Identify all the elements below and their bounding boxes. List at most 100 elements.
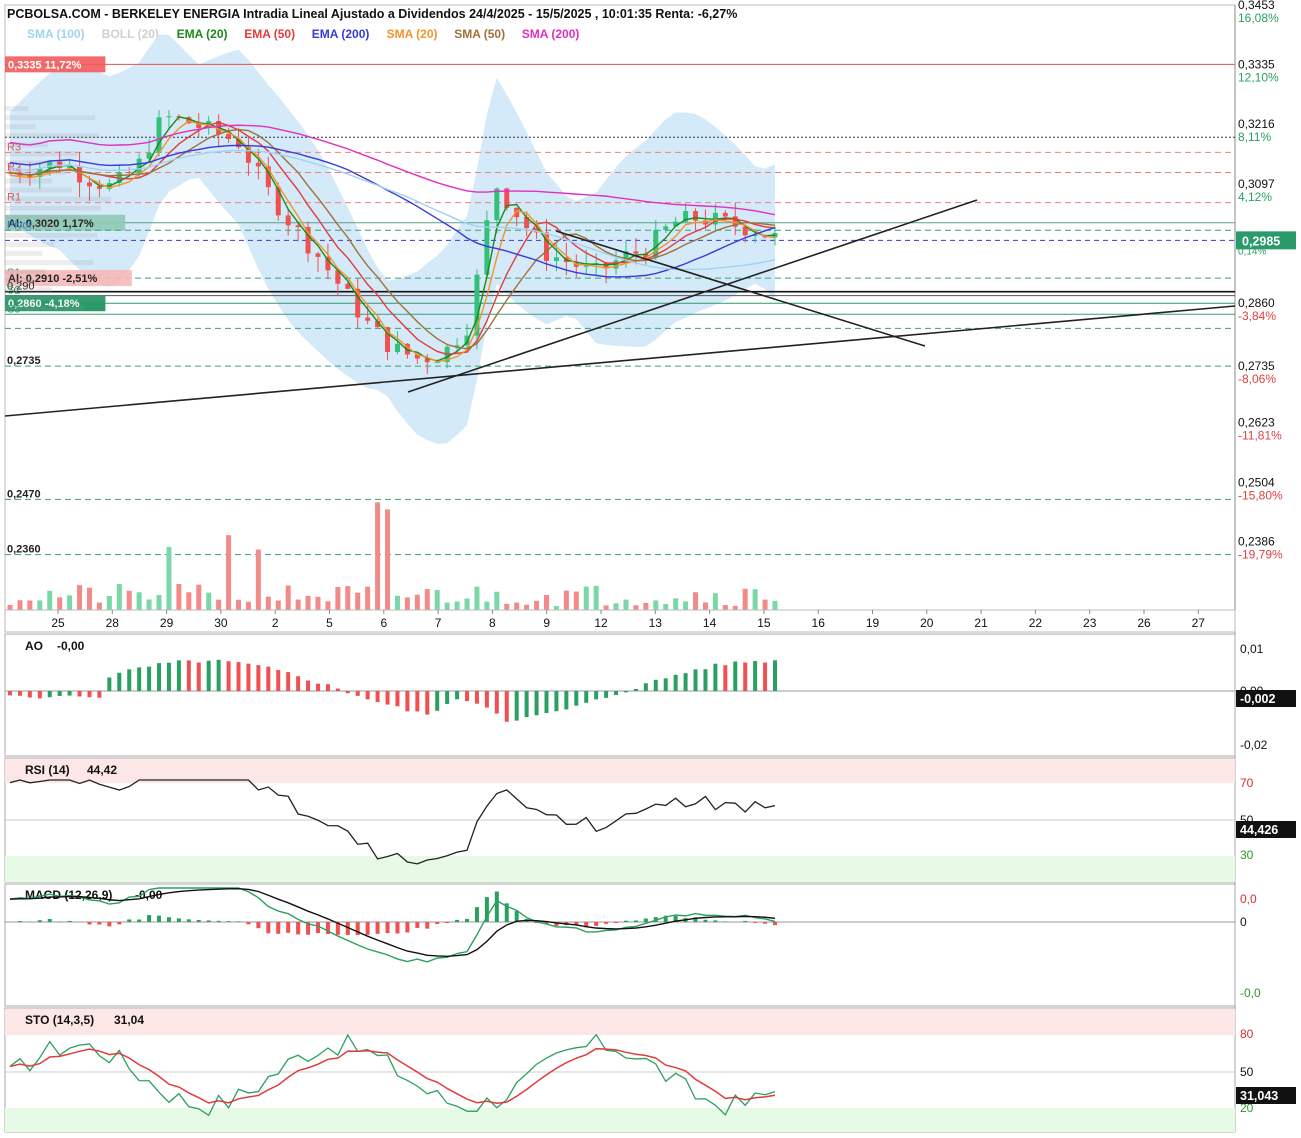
volume-bar bbox=[762, 599, 768, 610]
ao-bar bbox=[465, 691, 470, 702]
macd-histogram-bar bbox=[385, 922, 390, 934]
volume-bar bbox=[335, 586, 341, 610]
ao-bar bbox=[584, 691, 589, 703]
macd-histogram-bar bbox=[643, 918, 648, 922]
macd-tick: 0,0 bbox=[1240, 892, 1257, 906]
volume-bar bbox=[176, 584, 182, 610]
macd-histogram-bar bbox=[604, 922, 609, 924]
volume-bar bbox=[474, 586, 480, 610]
candle-body bbox=[722, 212, 728, 217]
macd-histogram-bar bbox=[157, 915, 162, 922]
ao-bar bbox=[107, 677, 112, 691]
ao-bar bbox=[256, 665, 261, 691]
ao-bar bbox=[27, 691, 32, 698]
macd-histogram-bar bbox=[166, 917, 171, 922]
macd-histogram-bar bbox=[474, 907, 479, 922]
legend-item: SMA (50) bbox=[454, 27, 505, 41]
legend-item: EMA (20) bbox=[177, 27, 228, 41]
volume-bar bbox=[285, 585, 291, 610]
volume-bar bbox=[722, 605, 728, 610]
ao-bar bbox=[713, 663, 718, 691]
macd-tick: -0,0 bbox=[1240, 986, 1261, 1000]
macd-histogram-bar bbox=[713, 920, 718, 922]
ao-bar bbox=[355, 691, 360, 696]
candle-body bbox=[693, 211, 699, 221]
ao-bar bbox=[147, 666, 152, 691]
price-tick-pct: 16,08% bbox=[1238, 11, 1279, 25]
x-tick-label: 9 bbox=[543, 616, 550, 630]
volume-bar bbox=[603, 605, 609, 610]
volume-bar bbox=[96, 602, 102, 610]
macd-histogram-bar bbox=[117, 922, 122, 925]
macd-histogram-bar bbox=[445, 922, 450, 923]
ao-bar bbox=[425, 691, 430, 715]
price-tick: 0,2623 bbox=[1238, 415, 1275, 429]
ao-bar bbox=[306, 680, 311, 691]
macd-histogram-bar bbox=[196, 919, 201, 922]
ao-bar bbox=[683, 673, 688, 691]
ao-bar bbox=[286, 672, 291, 691]
volume-bar bbox=[534, 600, 540, 610]
volume-profile-bar bbox=[5, 106, 29, 112]
volume-bar bbox=[226, 535, 232, 610]
x-tick-label: 22 bbox=[1029, 616, 1043, 630]
x-tick-label: 7 bbox=[435, 616, 442, 630]
candle-body bbox=[126, 172, 132, 174]
macd-histogram-bar bbox=[37, 920, 42, 922]
volume-bar bbox=[613, 603, 619, 610]
price-tick: 0,2504 bbox=[1238, 475, 1275, 489]
volume-bar bbox=[275, 600, 281, 610]
ao-bar bbox=[405, 691, 410, 712]
volume-profile-bar bbox=[5, 205, 101, 211]
ao-bar bbox=[524, 691, 529, 718]
rsi-value: 44,42 bbox=[87, 763, 117, 777]
ao-bar bbox=[17, 691, 22, 696]
volume-profile-bar bbox=[5, 133, 99, 139]
volume-bar bbox=[444, 602, 450, 610]
legend-item: EMA (50) bbox=[244, 27, 295, 41]
ao-bar bbox=[345, 691, 350, 694]
ao-bar bbox=[693, 669, 698, 691]
ao-bar bbox=[534, 691, 539, 716]
candle-body bbox=[285, 215, 291, 226]
ao-bar bbox=[604, 691, 609, 698]
macd-histogram-bar bbox=[763, 922, 768, 924]
ao-bar bbox=[365, 691, 370, 700]
volume-bar bbox=[325, 601, 331, 610]
macd-histogram-bar bbox=[236, 921, 241, 922]
ao-bar bbox=[385, 691, 390, 705]
ao-bar bbox=[703, 669, 708, 691]
macd-histogram-bar bbox=[425, 922, 430, 929]
macd-histogram-bar bbox=[256, 922, 261, 929]
chart-canvas: PCBOLSA.COM - BERKELEY ENERGIA Intradia … bbox=[4, 0, 1296, 1133]
level-label: 0,2360 bbox=[7, 544, 41, 556]
macd-histogram-bar bbox=[703, 919, 708, 922]
legend-item: SMA (20) bbox=[387, 27, 438, 41]
volume-bar bbox=[752, 589, 758, 610]
volume-bar bbox=[494, 591, 500, 610]
ao-bar bbox=[137, 667, 142, 691]
page-title: PCBOLSA.COM - BERKELEY ENERGIA Intradia … bbox=[7, 7, 737, 21]
volume-bar bbox=[454, 601, 460, 610]
sto-overbought-zone bbox=[5, 1009, 1235, 1035]
ao-bar bbox=[67, 691, 72, 696]
x-tick-label: 13 bbox=[649, 616, 663, 630]
x-axis bbox=[4, 609, 1236, 633]
x-tick-label: 19 bbox=[866, 616, 880, 630]
x-tick-label: 26 bbox=[1137, 616, 1151, 630]
ao-bar bbox=[127, 669, 132, 691]
x-tick-label: 16 bbox=[812, 616, 826, 630]
ao-bar bbox=[594, 691, 599, 700]
macd-histogram-bar bbox=[633, 920, 638, 922]
volume-bar bbox=[206, 592, 212, 610]
ao-bar bbox=[8, 691, 12, 696]
ao-bar bbox=[77, 691, 82, 697]
volume-bar bbox=[663, 603, 669, 610]
ao-bar bbox=[395, 691, 400, 707]
volume-bar bbox=[742, 588, 748, 610]
ao-bar bbox=[574, 691, 579, 706]
ao-bar bbox=[544, 691, 549, 713]
volume-bar bbox=[394, 595, 400, 610]
macd-histogram-bar bbox=[435, 922, 440, 925]
x-tick-label: 2 bbox=[272, 616, 279, 630]
